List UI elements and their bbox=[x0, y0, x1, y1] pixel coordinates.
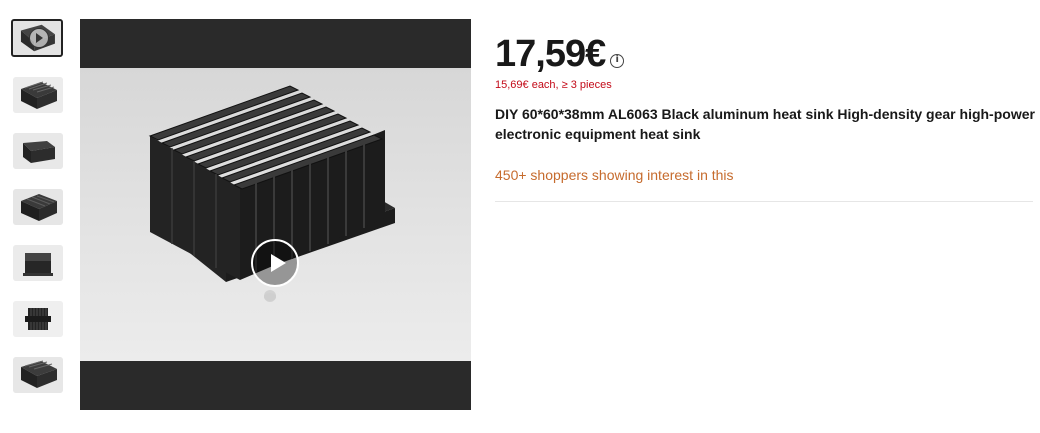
heatsink-thumbnail-image bbox=[13, 189, 63, 225]
heatsink-thumbnail-image bbox=[13, 245, 63, 281]
play-icon[interactable] bbox=[251, 239, 299, 287]
heatsink-product-image bbox=[148, 85, 395, 302]
divider bbox=[495, 201, 1033, 202]
thumbnail-video[interactable] bbox=[11, 19, 63, 57]
price-row: 17,59€ bbox=[495, 28, 1035, 76]
main-video-player[interactable] bbox=[80, 19, 471, 410]
thumbnail-image[interactable] bbox=[13, 357, 63, 393]
price: 17,59€ bbox=[495, 33, 606, 75]
heatsink-thumbnail-image bbox=[13, 301, 63, 337]
heatsink-thumbnail-image bbox=[13, 357, 63, 393]
play-icon bbox=[29, 28, 49, 48]
thumbnail-image[interactable] bbox=[13, 189, 63, 225]
product-title: DIY 60*60*38mm AL6063 Black aluminum hea… bbox=[495, 106, 1035, 142]
heatsink-thumbnail-image bbox=[13, 133, 63, 169]
heatsink-thumbnail-image bbox=[13, 77, 63, 113]
info-icon[interactable] bbox=[610, 54, 625, 68]
video-frame bbox=[80, 68, 471, 361]
thumbnail-image[interactable] bbox=[13, 77, 63, 113]
thumbnail-image[interactable] bbox=[13, 133, 63, 169]
thumbnail-image[interactable] bbox=[13, 245, 63, 281]
shopper-interest: 450+ shoppers showing interest in this bbox=[495, 167, 734, 183]
thumbnail-list bbox=[11, 19, 67, 413]
product-info: 17,59€ 15,69€ each, ≥ 3 pieces DIY 60*60… bbox=[495, 28, 1035, 184]
bulk-price: 15,69€ each, ≥ 3 pieces bbox=[495, 79, 612, 91]
thumbnail-image[interactable] bbox=[13, 301, 63, 337]
